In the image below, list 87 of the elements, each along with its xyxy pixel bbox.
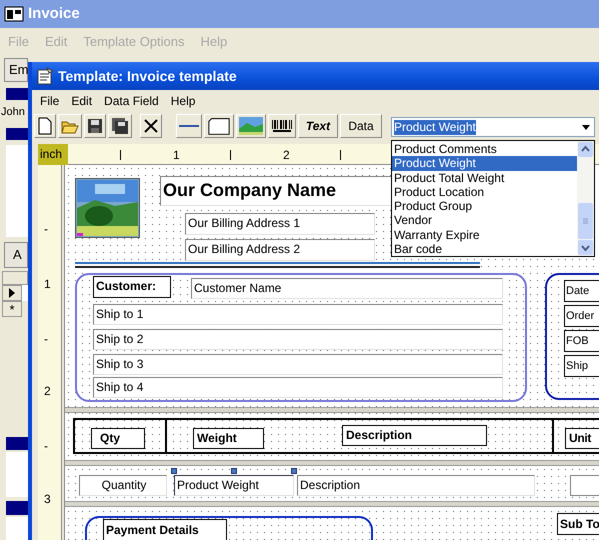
- ruler-mark: 2: [44, 383, 51, 400]
- rectangle-tool-icon: [207, 116, 231, 136]
- text-tool-button[interactable]: Text: [298, 114, 338, 138]
- line-tool-icon: [179, 123, 199, 129]
- open-folder-button[interactable]: [58, 114, 82, 138]
- menu-item[interactable]: File: [40, 92, 60, 110]
- scrollbar[interactable]: [577, 141, 594, 256]
- barcode-tool-icon: [271, 119, 293, 133]
- save-all-icon: [111, 117, 129, 135]
- resize-handle[interactable]: [171, 468, 177, 474]
- resize-handle[interactable]: [231, 468, 237, 474]
- rectangle-tool-button[interactable]: [204, 114, 234, 138]
- ship-to-field: Ship to 2: [93, 329, 503, 350]
- detail-field[interactable]: Quantity: [79, 475, 167, 496]
- window-title: Invoice: [28, 4, 80, 24]
- save-all-button[interactable]: [108, 114, 132, 138]
- order-info-label: Ship: [564, 355, 599, 377]
- list-header: [6, 437, 30, 450]
- scroll-thumb[interactable]: [577, 203, 594, 239]
- grid-cell: [22, 285, 28, 301]
- list-panel: [6, 452, 30, 497]
- dropdown-option[interactable]: Product Location: [392, 184, 577, 199]
- column-header: Qty: [91, 428, 145, 449]
- customer-name-field: Customer Name: [191, 278, 503, 299]
- customer-label: Customer:: [93, 276, 171, 298]
- ruler-mark: -: [44, 331, 48, 348]
- payment-label: Payment Details: [103, 519, 227, 540]
- menu-item[interactable]: Data Field: [104, 92, 159, 110]
- list-header: [6, 88, 30, 100]
- address-field: Our Billing Address 1: [185, 213, 375, 235]
- ship-to-field: Ship to 4: [93, 377, 503, 398]
- save-button[interactable]: [84, 114, 106, 138]
- list-panel: [6, 517, 30, 540]
- ruler-mark: -: [44, 221, 48, 238]
- ruler-mark: 2: [283, 147, 290, 164]
- scroll-down-icon[interactable]: [577, 239, 594, 256]
- list-header: [6, 128, 30, 140]
- barcode-tool-button[interactable]: [268, 114, 296, 138]
- dropdown-option[interactable]: Vendor: [392, 213, 577, 228]
- line-tool-button[interactable]: [176, 114, 202, 138]
- address-field: Our Billing Address 2: [185, 239, 375, 261]
- ruler-mark: 3: [44, 491, 51, 508]
- column-header: Weight: [193, 428, 264, 449]
- unit-label: inch: [38, 144, 68, 165]
- ruler-mark: 1: [44, 276, 51, 293]
- order-info-label: Order: [564, 305, 599, 327]
- dropdown-option[interactable]: Product Weight: [392, 156, 577, 170]
- save-icon: [87, 118, 103, 134]
- detail-field[interactable]: [570, 475, 599, 496]
- tab-button[interactable]: A: [4, 242, 28, 268]
- template-icon: [36, 67, 54, 85]
- list-text: John: [1, 105, 25, 120]
- close-button[interactable]: [140, 114, 162, 138]
- new-file-icon: [38, 117, 52, 135]
- ruler-mark: -: [44, 438, 48, 455]
- dropdown-option[interactable]: Product Total Weight: [392, 170, 577, 185]
- scroll-up-icon[interactable]: [577, 141, 594, 158]
- column-header: Unit: [565, 428, 599, 449]
- dropdown-option[interactable]: Product Group: [392, 199, 577, 214]
- close-icon: [144, 119, 158, 133]
- dropdown-option[interactable]: Product Comments: [392, 142, 577, 156]
- ship-to-field: Ship to 1: [93, 304, 503, 325]
- image-tool-icon: [239, 117, 263, 135]
- detail-field[interactable]: Product Weight: [174, 475, 294, 496]
- data-tool-button[interactable]: Data: [340, 114, 382, 138]
- menu-item[interactable]: Edit: [71, 92, 92, 110]
- ruler-mark: 1: [173, 147, 180, 164]
- dropdown-value: Product Weight: [394, 120, 476, 134]
- order-info-label: Date: [564, 280, 599, 302]
- tab-button[interactable]: Em: [4, 58, 28, 82]
- app-icon: [4, 5, 24, 23]
- ship-to-field: Ship to 3: [93, 354, 503, 375]
- window-title: Template: Invoice template: [58, 66, 237, 86]
- order-info-label: FOB: [564, 330, 599, 352]
- new-row-marker: *: [2, 301, 22, 317]
- menu-item[interactable]: Help: [170, 92, 196, 110]
- subtotal-label: Sub To: [557, 513, 599, 535]
- field-dropdown[interactable]: Product Weight: [391, 117, 595, 137]
- list-header: [6, 501, 30, 515]
- dropdown-arrow-icon[interactable]: [582, 124, 590, 130]
- current-row-icon: [9, 288, 15, 298]
- detail-field[interactable]: Description: [297, 475, 535, 496]
- new-file-button[interactable]: [34, 114, 56, 138]
- dropdown-option[interactable]: Bar code: [392, 242, 577, 256]
- dropdown-option[interactable]: Warranty Expire: [392, 228, 577, 242]
- resize-handle[interactable]: [291, 468, 297, 474]
- column-header: Description: [342, 425, 487, 446]
